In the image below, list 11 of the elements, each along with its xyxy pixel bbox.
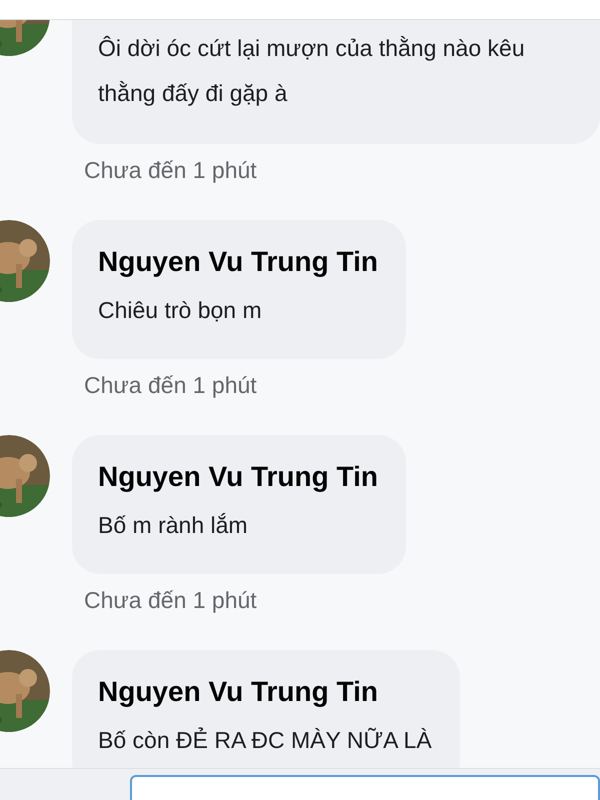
author-name[interactable]: Nguyen Vu Trung Tin	[98, 459, 378, 495]
comment-text: Chiêu trò bọn m	[98, 296, 263, 325]
comment-text: Bố m rành lắm	[98, 511, 249, 540]
timestamp: Chưa đến 1 phút	[84, 586, 257, 614]
author-name[interactable]: Nguyen Vu Trung Tin	[98, 674, 432, 710]
comment-text: Bố còn ĐẺ RA ĐC MÀY NỮA LÀ	[98, 726, 432, 755]
comment-input-field[interactable]	[130, 775, 600, 800]
comment-text: Ôi dời óc cứt lại mượn của thằng nào kêu thằng đấy đi gặp à	[98, 34, 526, 108]
author-name[interactable]: Nguyen Vu Trung Tin	[98, 244, 378, 280]
timestamp: Chưa đến 1 phút	[84, 156, 257, 184]
timestamp: Chưa đến 1 phút	[84, 371, 257, 399]
